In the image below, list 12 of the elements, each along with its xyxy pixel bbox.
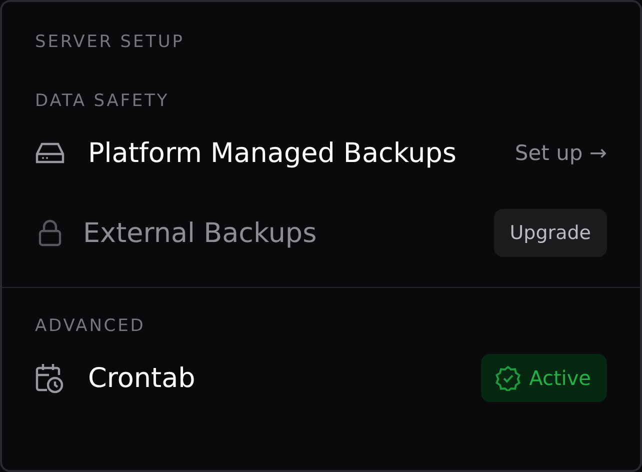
item-label: Platform Managed Backups [88,138,456,168]
item-label: Crontab [88,362,196,394]
panel-title: SERVER SETUP [35,31,184,54]
calendar-clock-icon [35,362,65,394]
lock-icon [37,219,63,247]
drive-icon [35,141,65,165]
section-heading: DATA SAFETY [35,90,170,113]
verified-badge-icon [495,365,522,391]
setup-link[interactable]: Set up → [514,141,607,165]
status-text: Active [529,366,591,390]
section-heading: ADVANCED [35,315,146,338]
item-label: External Backups [83,218,317,248]
